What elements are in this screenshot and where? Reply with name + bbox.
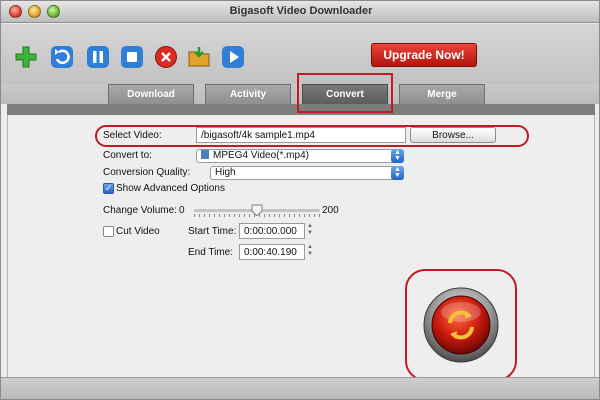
convert-to-select[interactable]: MPEG4 Video(*.mp4) ▲ ▼ [196, 149, 404, 163]
tab-download[interactable]: Download [108, 84, 194, 104]
show-advanced-label: Show Advanced Options [116, 183, 225, 194]
upgrade-now-button[interactable]: Upgrade Now! [371, 43, 477, 67]
volume-min-label: 0 [179, 205, 185, 216]
tab-activity[interactable]: Activity [205, 84, 291, 104]
title-bar: Bigasoft Video Downloader [1, 1, 599, 23]
cut-video-label: Cut Video [116, 226, 160, 237]
change-volume-label: Change Volume: [103, 205, 177, 216]
delete-icon[interactable] [154, 45, 178, 69]
chevron-up-down-icon: ▲ ▼ [391, 166, 404, 180]
mp4-file-icon [201, 150, 209, 159]
quality-value: High [215, 167, 236, 178]
play-icon[interactable] [221, 45, 245, 69]
quality-label: Conversion Quality: [103, 167, 191, 178]
start-time-stepper[interactable]: ▲ ▼ [306, 223, 314, 239]
quality-select[interactable]: High ▲ ▼ [210, 166, 404, 180]
tab-merge[interactable]: Merge [399, 84, 485, 104]
footer-bar [1, 377, 599, 399]
end-time-label: End Time: [188, 247, 234, 258]
chevron-up-down-icon: ▲ ▼ [391, 149, 404, 163]
start-time-label: Start Time: [188, 226, 237, 237]
convert-to-value: MPEG4 Video(*.mp4) [213, 150, 309, 161]
stop-icon[interactable] [120, 45, 144, 69]
pause-icon[interactable] [86, 45, 110, 69]
open-folder-icon[interactable] [187, 45, 211, 69]
start-time-field[interactable]: 0:00:00.000 [239, 223, 305, 239]
app-window: Bigasoft Video Downloader Upgrade Now! D… [0, 0, 600, 400]
convert-to-label: Convert to: [103, 150, 152, 161]
select-video-highlight [95, 125, 529, 147]
volume-slider-knob[interactable] [251, 204, 263, 216]
cut-video-checkbox[interactable] [103, 226, 114, 237]
add-icon[interactable] [14, 45, 38, 69]
start-convert-button[interactable] [423, 287, 499, 363]
end-time-stepper[interactable]: ▲ ▼ [306, 244, 314, 260]
convert-tab-highlight [297, 73, 393, 113]
refresh-icon[interactable] [50, 45, 74, 69]
volume-max-label: 200 [322, 205, 339, 216]
end-time-field[interactable]: 0:00:40.190 [239, 244, 305, 260]
window-title: Bigasoft Video Downloader [229, 5, 373, 17]
show-advanced-checkbox[interactable]: ✓ [103, 183, 114, 194]
